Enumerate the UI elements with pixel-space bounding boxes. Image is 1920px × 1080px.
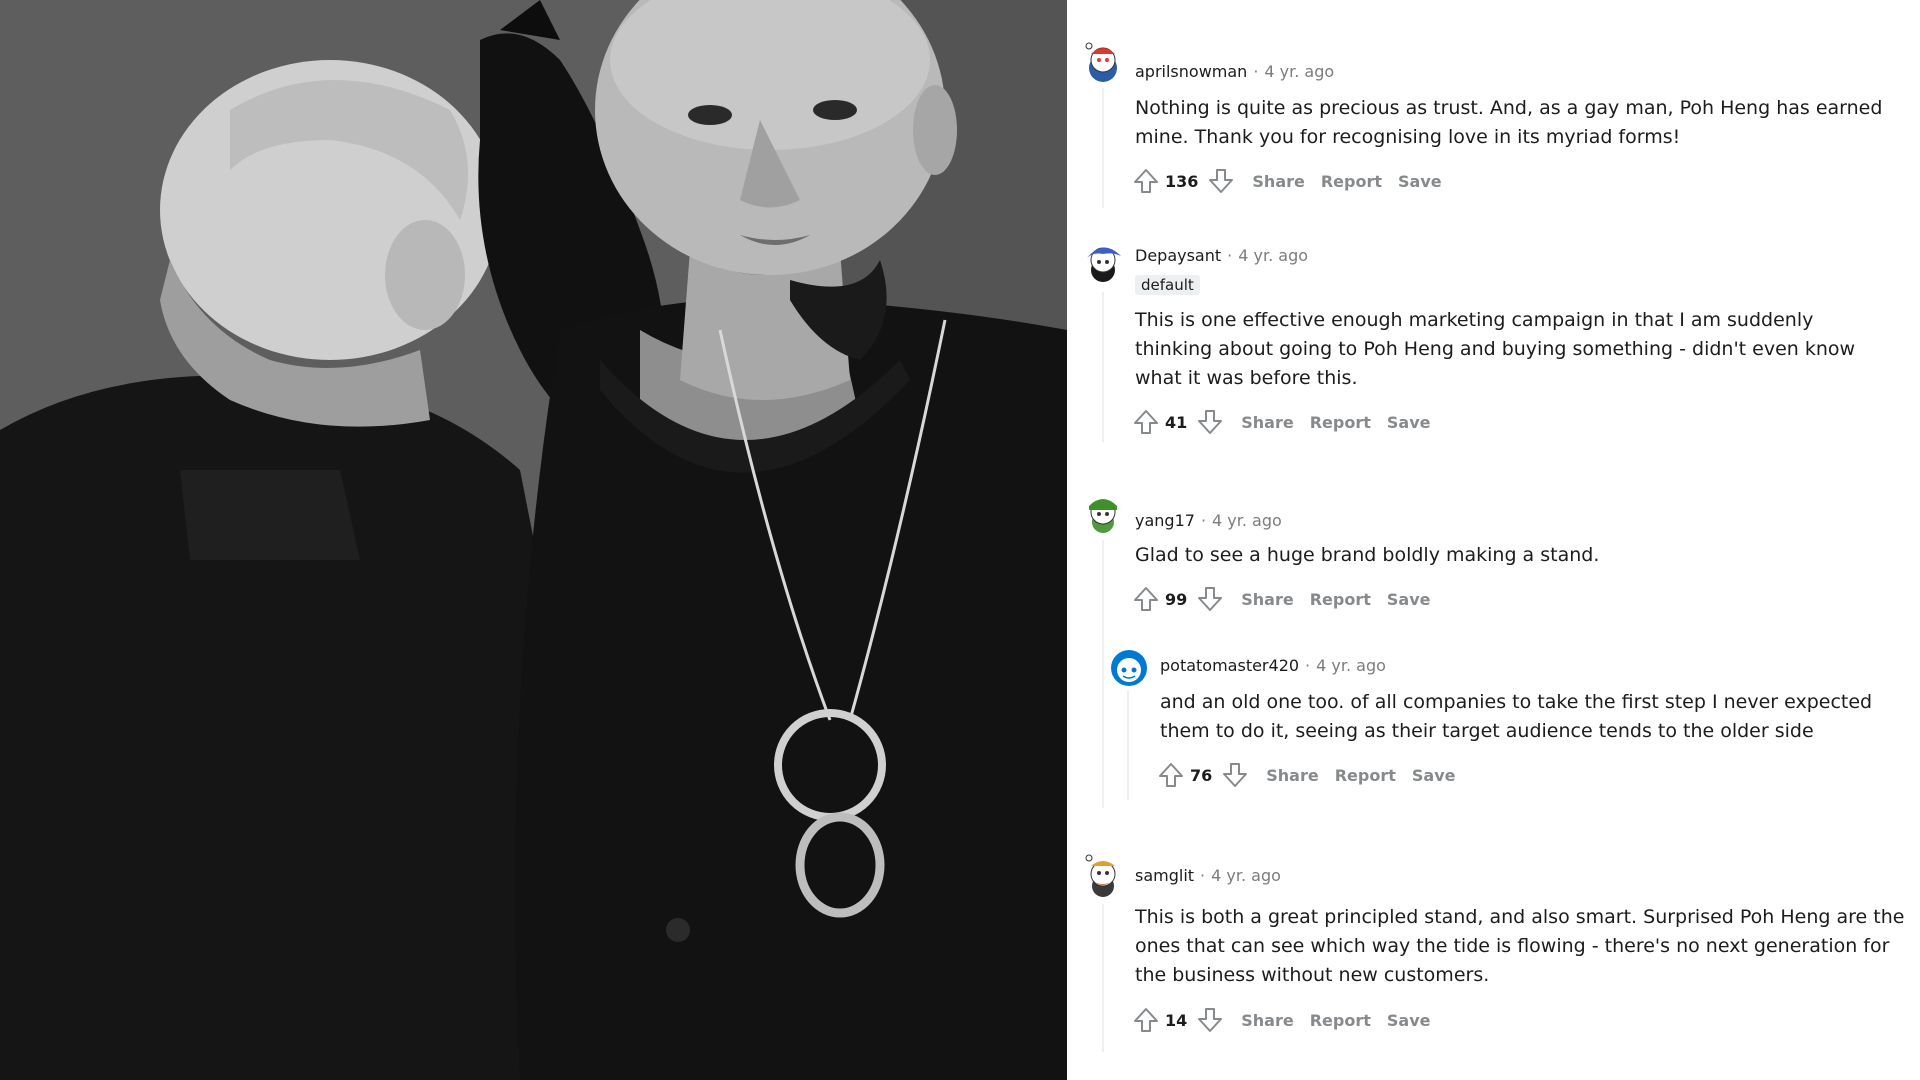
photo-illustration (0, 0, 1067, 1080)
vote-score: 76 (1190, 765, 1213, 785)
snoo-avatar-icon[interactable] (1083, 40, 1123, 88)
comment-age[interactable]: 4 yr. ago (1316, 656, 1386, 675)
comment-actions: 14 Share Report Save (1131, 1005, 1432, 1035)
black-and-white-photo (0, 0, 1067, 1080)
comment-age[interactable]: 4 yr. ago (1211, 866, 1281, 885)
comment-actions: 99 Share Report Save (1131, 584, 1432, 614)
save-button[interactable]: Save (1387, 1011, 1431, 1030)
report-button[interactable]: Report (1335, 766, 1396, 785)
report-button[interactable]: Report (1310, 1011, 1371, 1030)
comment-body: This is both a great principled stand, a… (1135, 906, 1905, 986)
downvote-arrow-icon[interactable] (1206, 166, 1236, 196)
thread-line[interactable] (1102, 88, 1104, 208)
upvote-arrow-icon[interactable] (1131, 584, 1161, 614)
vote-score: 99 (1165, 589, 1188, 609)
downvote-arrow-icon[interactable] (1220, 760, 1250, 790)
vote-score: 14 (1165, 1010, 1188, 1030)
comment-body: Glad to see a huge brand boldly making a… (1135, 544, 1600, 566)
comment-body: Nothing is quite as precious as trust. A… (1135, 97, 1883, 148)
upvote-arrow-icon[interactable] (1131, 166, 1161, 196)
comment-actions: 41 Share Report Save (1131, 407, 1432, 437)
downvote-arrow-icon[interactable] (1195, 407, 1225, 437)
thread-line[interactable] (1102, 292, 1104, 442)
comments-panel: aprilsnowman · 4 yr. ago Nothing is quite … (1067, 0, 1920, 1080)
vote-score: 41 (1165, 412, 1188, 432)
comment-author[interactable]: aprilsnowman (1135, 62, 1247, 81)
save-button[interactable]: Save (1387, 590, 1431, 609)
vote-score: 136 (1165, 171, 1199, 191)
report-button[interactable]: Report (1310, 413, 1371, 432)
share-button[interactable]: Share (1241, 413, 1293, 432)
comment-body: This is one effective enough marketing c… (1135, 309, 1856, 389)
comment-age[interactable]: 4 yr. ago (1264, 62, 1334, 81)
comment-body: and an old one too. of all companies to … (1160, 691, 1873, 742)
user-flair: default (1135, 275, 1200, 295)
thread-line[interactable] (1102, 904, 1104, 1052)
save-button[interactable]: Save (1387, 413, 1431, 432)
separator-dot: · (1253, 62, 1259, 81)
comment-author[interactable]: samglit (1135, 866, 1194, 885)
separator-dot: · (1227, 246, 1233, 265)
comment-age[interactable]: 4 yr. ago (1238, 246, 1308, 265)
comment-actions: 76 Share Report Save (1156, 760, 1457, 790)
comment-author[interactable]: Depaysant (1135, 246, 1221, 265)
report-button[interactable]: Report (1310, 590, 1371, 609)
separator-dot: · (1200, 866, 1206, 885)
snoo-avatar-icon[interactable] (1083, 852, 1123, 900)
snoo-avatar-icon[interactable] (1083, 240, 1123, 288)
comment-author[interactable]: yang17 (1135, 511, 1195, 530)
downvote-arrow-icon[interactable] (1195, 584, 1225, 614)
thread-line[interactable] (1127, 690, 1129, 800)
comment-actions: 136 Share Report Save (1131, 166, 1444, 196)
upvote-arrow-icon[interactable] (1131, 407, 1161, 437)
snoo-avatar-icon[interactable] (1109, 646, 1149, 694)
separator-dot: · (1305, 656, 1311, 675)
comment-author[interactable]: potatomaster420 (1160, 656, 1299, 675)
share-button[interactable]: Share (1241, 1011, 1293, 1030)
thread-line[interactable] (1102, 540, 1104, 808)
report-button[interactable]: Report (1321, 172, 1382, 191)
save-button[interactable]: Save (1412, 766, 1456, 785)
share-button[interactable]: Share (1252, 172, 1304, 191)
upvote-arrow-icon[interactable] (1156, 760, 1186, 790)
save-button[interactable]: Save (1398, 172, 1442, 191)
downvote-arrow-icon[interactable] (1195, 1005, 1225, 1035)
snoo-avatar-icon[interactable] (1083, 490, 1123, 538)
upvote-arrow-icon[interactable] (1131, 1005, 1161, 1035)
share-button[interactable]: Share (1241, 590, 1293, 609)
separator-dot: · (1200, 511, 1207, 530)
share-button[interactable]: Share (1266, 766, 1318, 785)
comment-age[interactable]: 4 yr. ago (1212, 511, 1282, 530)
